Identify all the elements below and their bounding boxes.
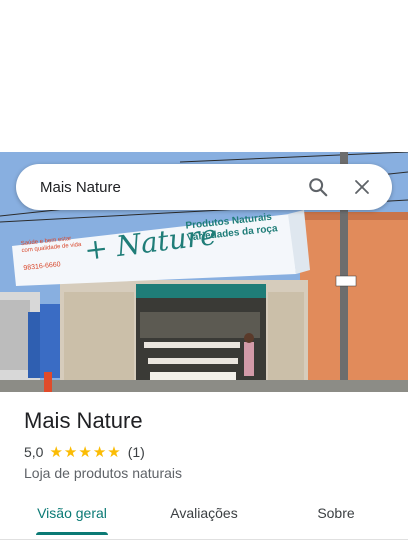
divider [0, 539, 408, 540]
rating-row[interactable]: 5,0 ★ ★ ★ ★ ★ (1) [24, 444, 145, 460]
search-icon[interactable] [298, 167, 338, 207]
rating-value: 5,0 [24, 444, 44, 460]
star-icon: ★ [63, 443, 78, 461]
search-bar [16, 163, 392, 211]
tab-avaliacoes[interactable]: Avaliações [156, 496, 252, 536]
top-blank-area [0, 0, 408, 152]
sign-left-text: Saúde e bem estar com qualidade de vida … [20, 235, 82, 273]
rating-stars: ★ ★ ★ ★ ★ [49, 445, 121, 460]
star-icon: ★ [92, 443, 107, 461]
tab-sobre[interactable]: Sobre [288, 496, 384, 536]
search-input[interactable] [16, 163, 298, 211]
review-count[interactable]: (1) [128, 444, 145, 460]
active-tab-indicator [36, 532, 108, 535]
star-icon: ★ [49, 443, 63, 461]
place-name: Mais Nature [24, 408, 143, 433]
tab-bar: Visão geral Avaliações Sobre [0, 496, 408, 536]
tab-visao-geral[interactable]: Visão geral [24, 496, 120, 536]
place-category: Loja de produtos naturais [24, 465, 182, 481]
star-icon: ★ [78, 443, 92, 461]
star-icon: ★ [107, 443, 121, 461]
close-icon[interactable] [342, 167, 382, 207]
